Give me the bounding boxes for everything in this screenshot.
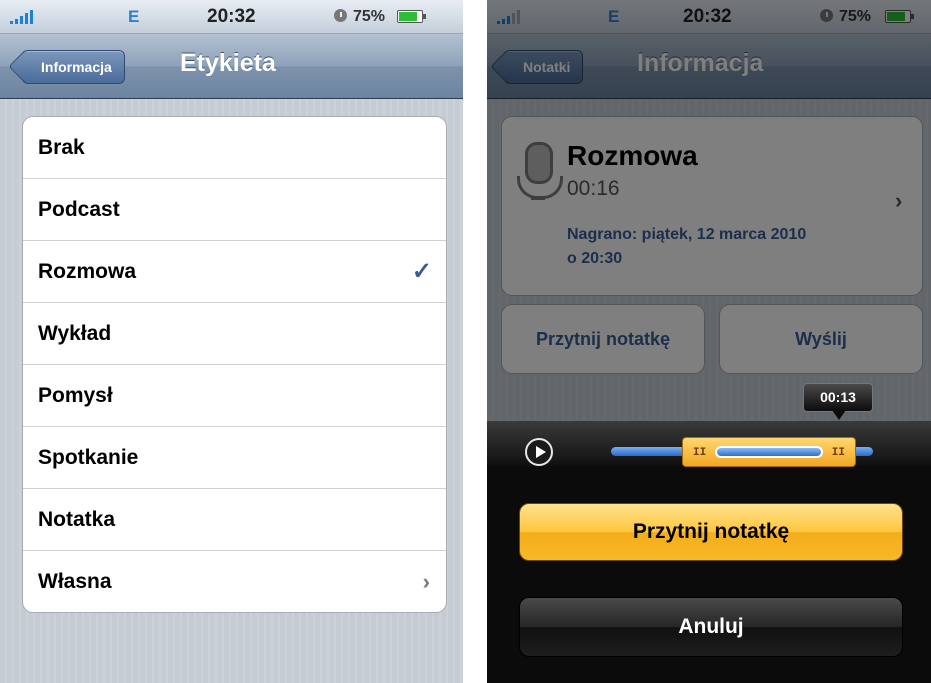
list-item-label: Wykład <box>38 322 112 345</box>
cancel-button[interactable]: Anuluj <box>519 597 903 657</box>
trim-end-grip[interactable]: II <box>832 447 845 459</box>
list-item-label: Notatka <box>38 508 116 531</box>
list-item-label: Rozmowa <box>38 260 137 283</box>
status-bar: E 20:32 75% <box>0 0 463 34</box>
label-screen: E 20:32 75% Informacja Etykieta Brak Pod… <box>0 0 463 683</box>
list-item-notatka[interactable]: Notatka <box>23 488 446 550</box>
list-item-podcast[interactable]: Podcast <box>23 178 446 240</box>
play-icon[interactable] <box>525 438 553 466</box>
list-item-spotkanie[interactable]: Spotkanie <box>23 426 446 488</box>
list-item-pomysl[interactable]: Pomysł <box>23 364 446 426</box>
signal-icon <box>10 10 33 24</box>
navigation-bar: Informacja Etykieta <box>0 34 463 99</box>
list-item-rozmowa[interactable]: Rozmowa ✓ <box>23 240 446 302</box>
trim-selection <box>715 446 823 458</box>
list-item-wyklad[interactable]: Wykład <box>23 302 446 364</box>
trim-start-grip[interactable]: II <box>693 447 706 459</box>
back-button-label: Informacja <box>41 59 112 75</box>
trim-time-bubble: 00:13 <box>803 383 873 412</box>
list-item-label: Pomysł <box>38 384 113 407</box>
checkmark-icon: ✓ <box>411 258 432 285</box>
battery-icon <box>397 10 426 23</box>
list-item-label: Brak <box>38 136 85 159</box>
battery-percent: 75% <box>353 8 386 25</box>
dim-overlay <box>487 0 931 421</box>
list-item-wlasna[interactable]: Własna › <box>23 550 446 612</box>
trim-range-handle[interactable]: II II <box>682 437 856 467</box>
back-button[interactable]: Informacja <box>22 50 125 84</box>
clock: 20:32 <box>207 6 256 27</box>
label-list: Brak Podcast Rozmowa ✓ Wykład Pomysł Spo… <box>22 116 447 613</box>
list-item-label: Spotkanie <box>38 446 139 469</box>
chevron-right-icon: › <box>422 569 430 594</box>
alarm-icon <box>334 9 347 22</box>
page-title: Etykieta <box>180 49 276 77</box>
list-item-label: Podcast <box>38 198 120 221</box>
confirm-trim-button[interactable]: Przytnij notatkę <box>519 503 903 561</box>
info-screen: E 20:32 75% Notatki Informacja Rozmowa 0… <box>487 0 931 683</box>
carrier-label: E <box>128 7 140 26</box>
list-item-label: Własna <box>38 570 112 593</box>
list-item-brak[interactable]: Brak <box>23 117 446 178</box>
time-bubble-pointer <box>832 410 846 420</box>
